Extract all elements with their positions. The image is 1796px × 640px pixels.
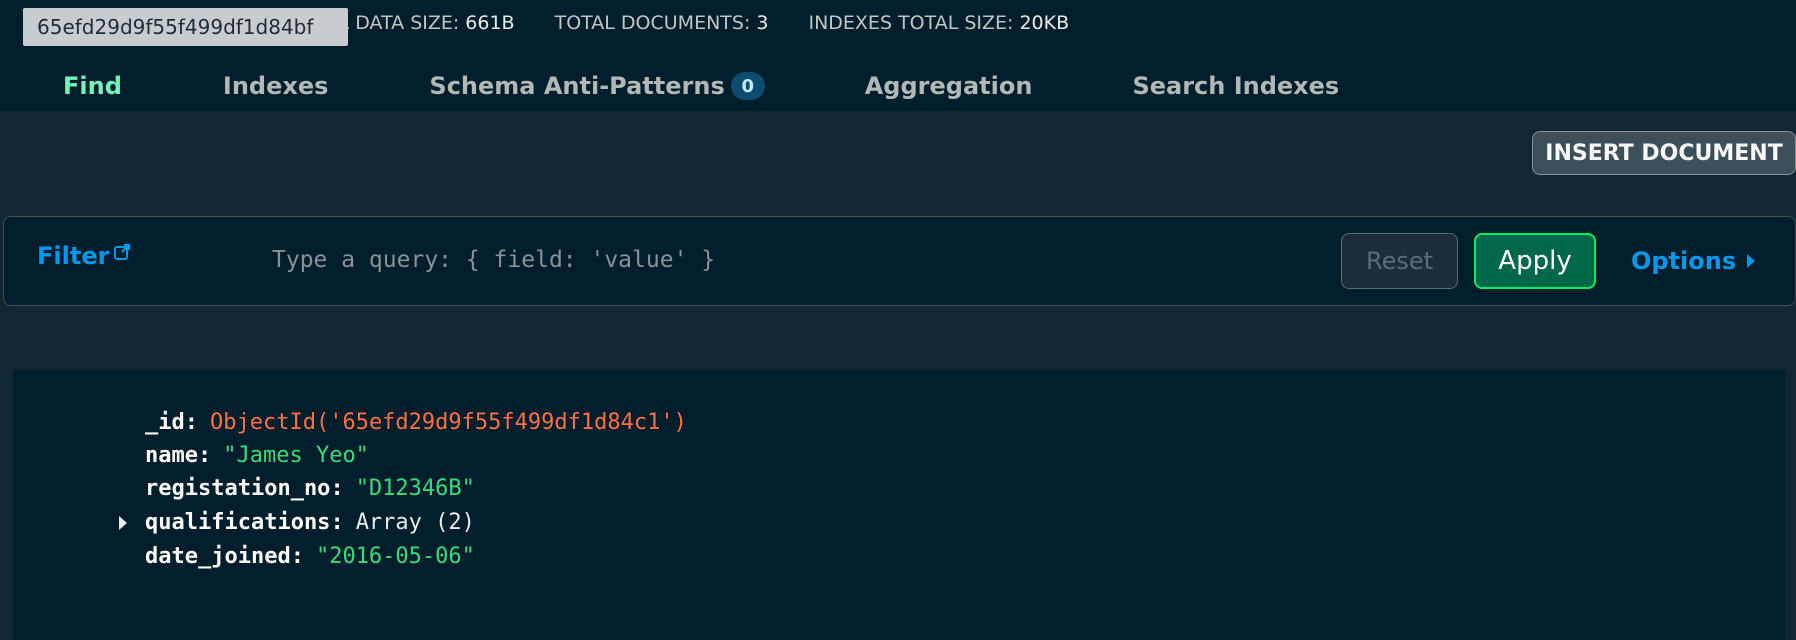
query-bar: Filter Reset Apply Options <box>3 216 1796 306</box>
indexes-total-size-stat: INDEXES TOTAL SIZE: 20KB <box>808 12 1069 34</box>
tab-indexes[interactable]: Indexes <box>223 64 329 108</box>
tab-search-indexes[interactable]: Search Indexes <box>1132 64 1339 108</box>
tab-label: Aggregation <box>864 72 1033 100</box>
collection-header: GICAL DATA SIZE: 661B TOTAL DOCUMENTS: 3 I… <box>0 0 1796 111</box>
query-input[interactable] <box>270 237 1330 283</box>
caret-right-icon <box>1747 254 1756 268</box>
field-value: "James Yeo" <box>223 442 369 468</box>
field-colon: : <box>330 475 344 501</box>
field-key: registation_no <box>145 475 331 501</box>
options-label: Options <box>1631 247 1737 275</box>
field-key: qualifications <box>145 509 331 535</box>
stat-label: TOTAL DOCUMENTS: <box>554 12 751 34</box>
field-key: date_joined <box>145 543 291 569</box>
options-button[interactable]: Options <box>1631 233 1756 289</box>
filter-label: Filter <box>37 242 110 270</box>
stat-value: 661B <box>465 12 515 34</box>
document-field-name: name: "James Yeo" <box>145 439 369 471</box>
field-colon: : <box>197 442 212 468</box>
document-field-date-joined: date_joined: "2016-05-06" <box>145 540 475 572</box>
field-value: "2016-05-06" <box>315 543 475 569</box>
document-field-registation-no: registation_no: "D12346B" <box>145 472 475 504</box>
field-value: ObjectId('65efd29d9f55f499df1d84c1') <box>210 409 687 435</box>
field-value: Array (2) <box>355 509 475 535</box>
document-card[interactable]: _id: ObjectId('65efd29d9f55f499df1d84c1')… <box>13 370 1785 640</box>
collection-id-tooltip: 65efd29d9f55f499df1d84bf <box>23 8 348 46</box>
document-field-qualifications[interactable]: qualifications: Array (2) <box>119 506 475 538</box>
tab-aggregation[interactable]: Aggregation <box>865 64 1033 108</box>
stat-label: INDEXES TOTAL SIZE: <box>808 12 1014 34</box>
document-field-id: _id: ObjectId('65efd29d9f55f499df1d84c1') <box>145 406 687 438</box>
field-value: "D12346B" <box>355 475 475 501</box>
stat-value: 3 <box>756 12 769 34</box>
total-documents-stat: TOTAL DOCUMENTS: 3 <box>555 12 769 34</box>
anti-patterns-count-badge: 0 <box>730 72 765 100</box>
stat-value: 20KB <box>1019 12 1070 34</box>
tab-label: Schema Anti-Patterns <box>429 72 725 100</box>
field-key: _id <box>145 409 185 435</box>
field-colon: : <box>290 543 304 569</box>
apply-button[interactable]: Apply <box>1474 233 1596 289</box>
collection-tabs: Find Indexes Schema Anti-Patterns 0 Aggr… <box>0 64 1339 108</box>
field-key: name <box>145 442 198 468</box>
tab-label: Indexes <box>222 72 329 100</box>
filter-link[interactable]: Filter <box>37 241 131 271</box>
field-colon: : <box>184 409 198 435</box>
insert-document-button[interactable]: INSERT DOCUMENT <box>1532 131 1796 175</box>
expand-caret-icon[interactable] <box>119 516 127 530</box>
tab-find[interactable]: Find <box>63 64 122 108</box>
tab-label: Find <box>63 72 122 100</box>
tab-label: Search Indexes <box>1132 72 1340 100</box>
reset-button[interactable]: Reset <box>1341 233 1458 289</box>
field-colon: : <box>330 509 344 535</box>
tab-schema-anti-patterns[interactable]: Schema Anti-Patterns 0 <box>429 64 765 108</box>
external-link-icon <box>114 243 131 260</box>
